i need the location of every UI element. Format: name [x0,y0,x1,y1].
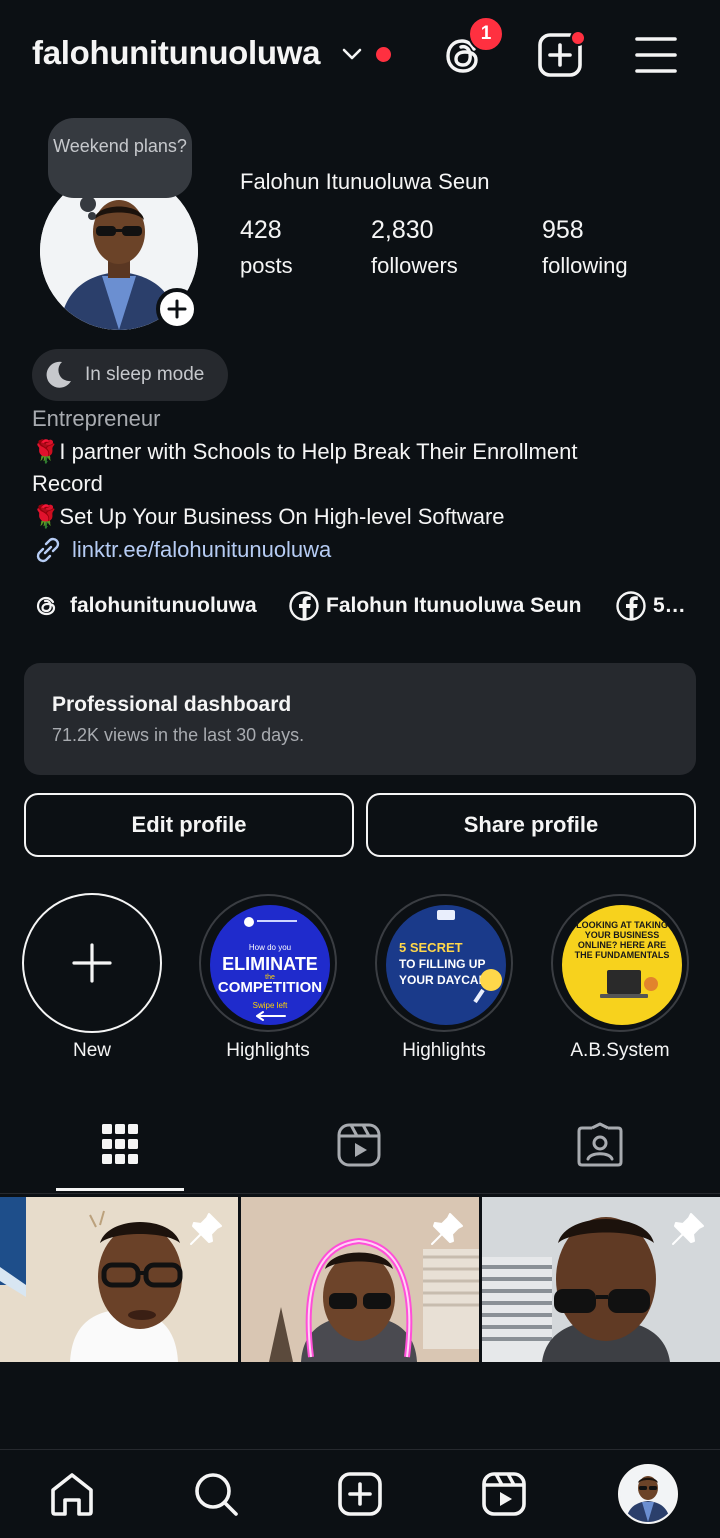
reels-tab-icon[interactable] [336,1122,384,1168]
edit-profile-button[interactable]: Edit profile [24,793,354,857]
highlight-cover: How do you ELIMINATE the COMPETITION Swi… [210,905,330,1025]
stat-followers-value: 2,830 [371,216,434,244]
highlight-cover: LOOKING AT TAKING YOUR BUSINESS ONLINE? … [562,905,682,1025]
active-tab-indicator [56,1188,184,1191]
stat-following[interactable]: 958 following [542,216,628,279]
profile-category: Entrepreneur [32,406,161,431]
highlight-item[interactable]: 5 SECRET TO FILLING UP YOUR DAYCARE [375,894,513,1032]
pin-icon [431,1213,463,1245]
highlight-label: Highlights [402,1040,486,1061]
facebook-icon [616,591,646,621]
bio-line: Record [32,471,103,496]
cover-text: ONLINE? HERE ARE [578,940,666,950]
cover-text: COMPETITION [218,979,322,996]
bio-text: Set Up Your Business On High-level Softw… [59,504,505,529]
stat-following-value: 958 [542,216,584,244]
add-story-button[interactable] [156,288,198,330]
social-link-threads[interactable]: falohunitunuoluwa [33,588,257,624]
create-notification-dot [570,30,586,46]
create-icon[interactable] [336,1470,384,1518]
pin-icon [190,1213,222,1245]
stat-following-label: following [542,253,628,278]
plus-icon [167,299,187,319]
note-bubble[interactable]: Weekend plans? [48,118,192,198]
sleep-mode-label: In sleep mode [85,364,205,385]
highlight-item[interactable]: LOOKING AT TAKING YOUR BUSINESS ONLINE? … [551,894,689,1032]
post-thumbnail[interactable] [0,1197,238,1362]
stat-followers-label: followers [371,253,458,278]
stat-followers[interactable]: 2,830 followers [371,216,458,279]
rose-emoji: 🌹 [32,504,60,529]
profile-avatar-nav[interactable] [618,1464,678,1524]
profile-link[interactable]: linktr.ee/falohunitunuoluwa [72,534,331,566]
note-tail-dot [88,212,96,220]
rose-emoji: 🌹 [32,439,60,464]
link-icon [36,537,60,563]
stat-posts-value: 428 [240,216,282,244]
dashboard-subtitle: 71.2K views in the last 30 days. [52,725,305,745]
facebook-icon [289,591,319,621]
social-link-label: Falohun Itunuoluwa Seun [326,594,582,617]
highlight-item[interactable]: How do you ELIMINATE the COMPETITION Swi… [199,894,337,1032]
social-link-label: falohunitunuoluwa [70,594,257,617]
account-username[interactable]: falohunitunuoluwa [32,34,320,72]
new-highlight-button[interactable] [22,893,162,1033]
cover-text: Swipe left [253,1001,288,1010]
highlight-cover: 5 SECRET TO FILLING UP YOUR DAYCARE [386,905,506,1025]
account-notification-dot [376,47,391,62]
threads-badge-count: 1 [480,23,492,44]
cover-text: LOOKING AT TAKING [576,920,668,930]
cover-text: TO FILLING UP [399,957,485,971]
bio-line: 🌹Set Up Your Business On High-level Soft… [32,501,505,533]
social-link-label: 5… [653,594,686,617]
note-tail-dot [80,196,96,212]
share-profile-button[interactable]: Share profile [366,793,696,857]
highlight-label: Highlights [226,1040,310,1061]
chevron-down-icon[interactable] [340,42,364,66]
social-link-facebook[interactable]: Falohun Itunuoluwa Seun [288,588,581,624]
cover-text: YOUR BUSINESS [585,930,660,940]
grid-icon[interactable] [100,1122,140,1168]
hamburger-menu-icon[interactable] [632,31,680,79]
threads-icon [36,596,56,616]
cover-text: ELIMINATE [222,954,318,974]
stat-posts-label: posts [240,253,293,278]
cover-text: How do you [249,943,291,952]
bio-line: 🌹I partner with Schools to Help Break Th… [32,436,577,468]
tagged-tab-icon[interactable] [576,1122,624,1168]
profile-full-name: Falohun Itunuoluwa Seun [240,169,490,194]
pin-icon [672,1213,704,1245]
threads-badge: 1 [468,16,504,52]
top-header: falohunitunuoluwa 1 [0,0,720,110]
reels-icon[interactable] [480,1470,528,1518]
tab-divider [0,1193,720,1194]
highlight-label: A.B.System [570,1040,670,1061]
profile-photo [620,1466,676,1522]
post-thumbnail[interactable] [241,1197,479,1362]
stat-posts[interactable]: 428 posts [240,216,293,279]
dashboard-title: Professional dashboard [52,693,292,716]
moon-icon [46,361,71,388]
bio-text: I partner with Schools to Help Break The… [59,439,578,464]
highlight-label: New [72,1040,111,1061]
social-link-facebook-2[interactable]: 5… [615,588,686,624]
professional-dashboard-card[interactable] [24,663,696,775]
plus-icon [72,943,112,983]
search-icon[interactable] [192,1470,240,1518]
cover-text: 5 SECRET [399,940,463,955]
post-thumbnail[interactable] [482,1197,720,1362]
home-icon[interactable] [48,1470,96,1518]
cover-text: THE FUNDAMENTALS [575,950,670,960]
